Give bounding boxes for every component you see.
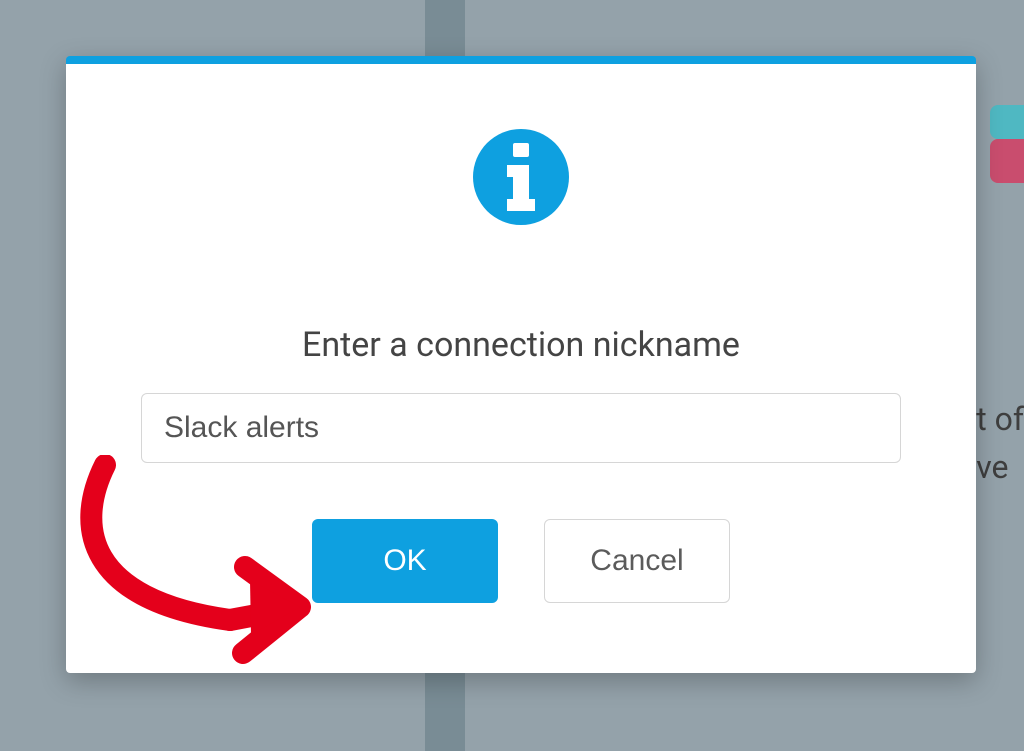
- ok-button[interactable]: OK: [312, 519, 498, 603]
- background-badge-teal: [990, 105, 1024, 139]
- dialog-button-row: OK Cancel: [312, 519, 730, 603]
- background-partial-text: t of ve: [976, 395, 1024, 491]
- dialog-title: Enter a connection nickname: [302, 325, 740, 365]
- nickname-dialog: Enter a connection nickname OK Cancel: [66, 56, 976, 673]
- nickname-input[interactable]: [141, 393, 901, 463]
- nickname-input-wrap: [141, 393, 901, 463]
- background-badge-pink: [990, 139, 1024, 183]
- cancel-button[interactable]: Cancel: [544, 519, 730, 603]
- info-icon: [473, 129, 569, 225]
